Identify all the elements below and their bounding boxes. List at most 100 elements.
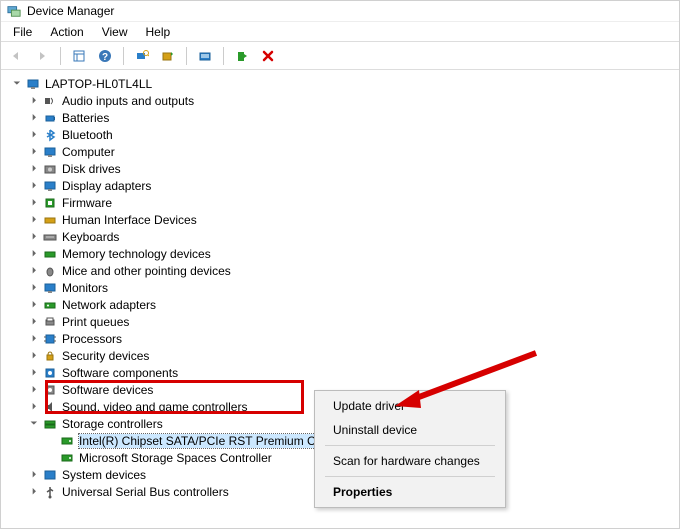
printq-icon [42,314,58,330]
tree-category-label: Keyboards [62,230,119,244]
tree-category-network[interactable]: ⏵ Network adapters [28,296,679,313]
chevron-right-icon[interactable]: ⏵ [28,299,40,311]
chevron-right-icon[interactable]: ⏵ [28,486,40,498]
tree-category-label: Sound, video and game controllers [62,400,247,414]
tree-category-label: Monitors [62,281,108,295]
root-label: LAPTOP-HL0TL4LL [45,77,152,91]
toolbar-separator [186,47,187,65]
tree-category-label: Display adapters [62,179,151,193]
tree-category-swcomp[interactable]: ⏵ Software components [28,364,679,381]
tree-category-label: Network adapters [62,298,156,312]
context-menu-scan-hardware[interactable]: Scan for hardware changes [317,449,503,473]
tree-category-firmware[interactable]: ⏵Firmware [28,194,679,211]
chevron-down-icon[interactable]: ⏷ [28,418,40,430]
mice-icon [42,263,58,279]
tree-category-label: Disk drives [62,162,121,176]
device-manager-icon [7,4,21,18]
computer-icon [42,144,58,160]
firmware-icon [42,195,58,211]
svg-text:?: ? [102,52,108,63]
chevron-right-icon[interactable]: ⏵ [28,180,40,192]
chevron-right-icon[interactable]: ⏵ [28,146,40,158]
storage-device-icon [59,450,75,466]
back-button [5,45,27,67]
tree-category-label: Software components [62,366,178,380]
update-driver-button[interactable] [157,45,179,67]
menu-help[interactable]: Help [138,23,179,41]
uninstall-device-button[interactable] [257,45,279,67]
tree-category-processors[interactable]: ⏵Processors [28,330,679,347]
context-menu-separator [325,445,495,446]
toolbar-separator [60,47,61,65]
context-menu: Update driver Uninstall device Scan for … [314,390,506,508]
enable-device-button[interactable] [231,45,253,67]
chevron-right-icon[interactable]: ⏵ [28,231,40,243]
tree-category-label: Computer [62,145,115,159]
chevron-right-icon[interactable]: ⏵ [28,469,40,481]
memtech-icon [42,246,58,262]
toolbar-separator [223,47,224,65]
tree-category-disk[interactable]: ⏵ Disk drives [28,160,679,177]
chevron-right-icon[interactable]: ⏵ [28,112,40,124]
chevron-right-icon[interactable]: ⏵ [28,282,40,294]
tree-device-label: Microsoft Storage Spaces Controller [79,451,272,465]
toolbar-separator [123,47,124,65]
context-menu-properties[interactable]: Properties [317,480,503,504]
toolbar: ? [1,42,679,70]
tree-category-bluetooth[interactable]: ⏵ Bluetooth [28,126,679,143]
tree-category-label: Print queues [62,315,129,329]
chevron-right-icon[interactable]: ⏵ [28,248,40,260]
titlebar: Device Manager [1,1,679,22]
tree-category-hid[interactable]: ⏵ Human Interface Devices [28,211,679,228]
chevron-down-icon[interactable]: ⏷ [11,78,23,90]
menubar: File Action View Help [1,22,679,42]
menu-view[interactable]: View [94,23,136,41]
computer-icon [25,76,41,92]
chevron-right-icon[interactable]: ⏵ [28,316,40,328]
chevron-right-icon[interactable]: ⏵ [28,401,40,413]
scan-hardware-button[interactable] [131,45,153,67]
chevron-right-icon[interactable]: ⏵ [28,129,40,141]
tree-category-monitors[interactable]: ⏵ Monitors [28,279,679,296]
tree-category-audio[interactable]: ⏵Audio inputs and outputs [28,92,679,109]
properties-button[interactable] [194,45,216,67]
tree-category-batteries[interactable]: ⏵ Batteries [28,109,679,126]
tree-category-label: System devices [62,468,146,482]
tree-category-mice[interactable]: ⏵ Mice and other pointing devices [28,262,679,279]
menu-action[interactable]: Action [42,23,91,41]
tree-root[interactable]: ⏷ LAPTOP-HL0TL4LL [11,75,679,92]
chevron-right-icon[interactable]: ⏵ [28,95,40,107]
network-icon [42,297,58,313]
storage-device-icon [59,433,75,449]
chevron-right-icon[interactable]: ⏵ [28,197,40,209]
chevron-right-icon[interactable]: ⏵ [28,265,40,277]
context-menu-update-driver[interactable]: Update driver [317,394,503,418]
chevron-right-icon[interactable]: ⏵ [28,367,40,379]
tree-category-label: Bluetooth [62,128,113,142]
tree-category-label: Mice and other pointing devices [62,264,231,278]
context-menu-separator [325,476,495,477]
tree-category-label: Software devices [62,383,153,397]
processors-icon [42,331,58,347]
chevron-right-icon[interactable]: ⏵ [28,163,40,175]
sysdev-icon [42,467,58,483]
chevron-right-icon[interactable]: ⏵ [28,214,40,226]
tree-category-computer[interactable]: ⏵ Computer [28,143,679,160]
tree-category-security[interactable]: ⏵Security devices [28,347,679,364]
context-menu-uninstall-device[interactable]: Uninstall device [317,418,503,442]
tree-category-memtech[interactable]: ⏵Memory technology devices [28,245,679,262]
chevron-right-icon[interactable]: ⏵ [28,350,40,362]
show-hide-tree-button[interactable] [68,45,90,67]
bluetooth-icon [42,127,58,143]
help-button[interactable]: ? [94,45,116,67]
chevron-right-icon[interactable]: ⏵ [28,384,40,396]
tree-category-keyboards[interactable]: ⏵ Keyboards [28,228,679,245]
monitors-icon [42,280,58,296]
tree-category-label: Human Interface Devices [62,213,197,227]
hid-icon [42,212,58,228]
menu-file[interactable]: File [5,23,40,41]
tree-category-printq[interactable]: ⏵ Print queues [28,313,679,330]
tree-category-display[interactable]: ⏵ Display adapters [28,177,679,194]
chevron-right-icon[interactable]: ⏵ [28,333,40,345]
tree-category-label: Batteries [62,111,109,125]
